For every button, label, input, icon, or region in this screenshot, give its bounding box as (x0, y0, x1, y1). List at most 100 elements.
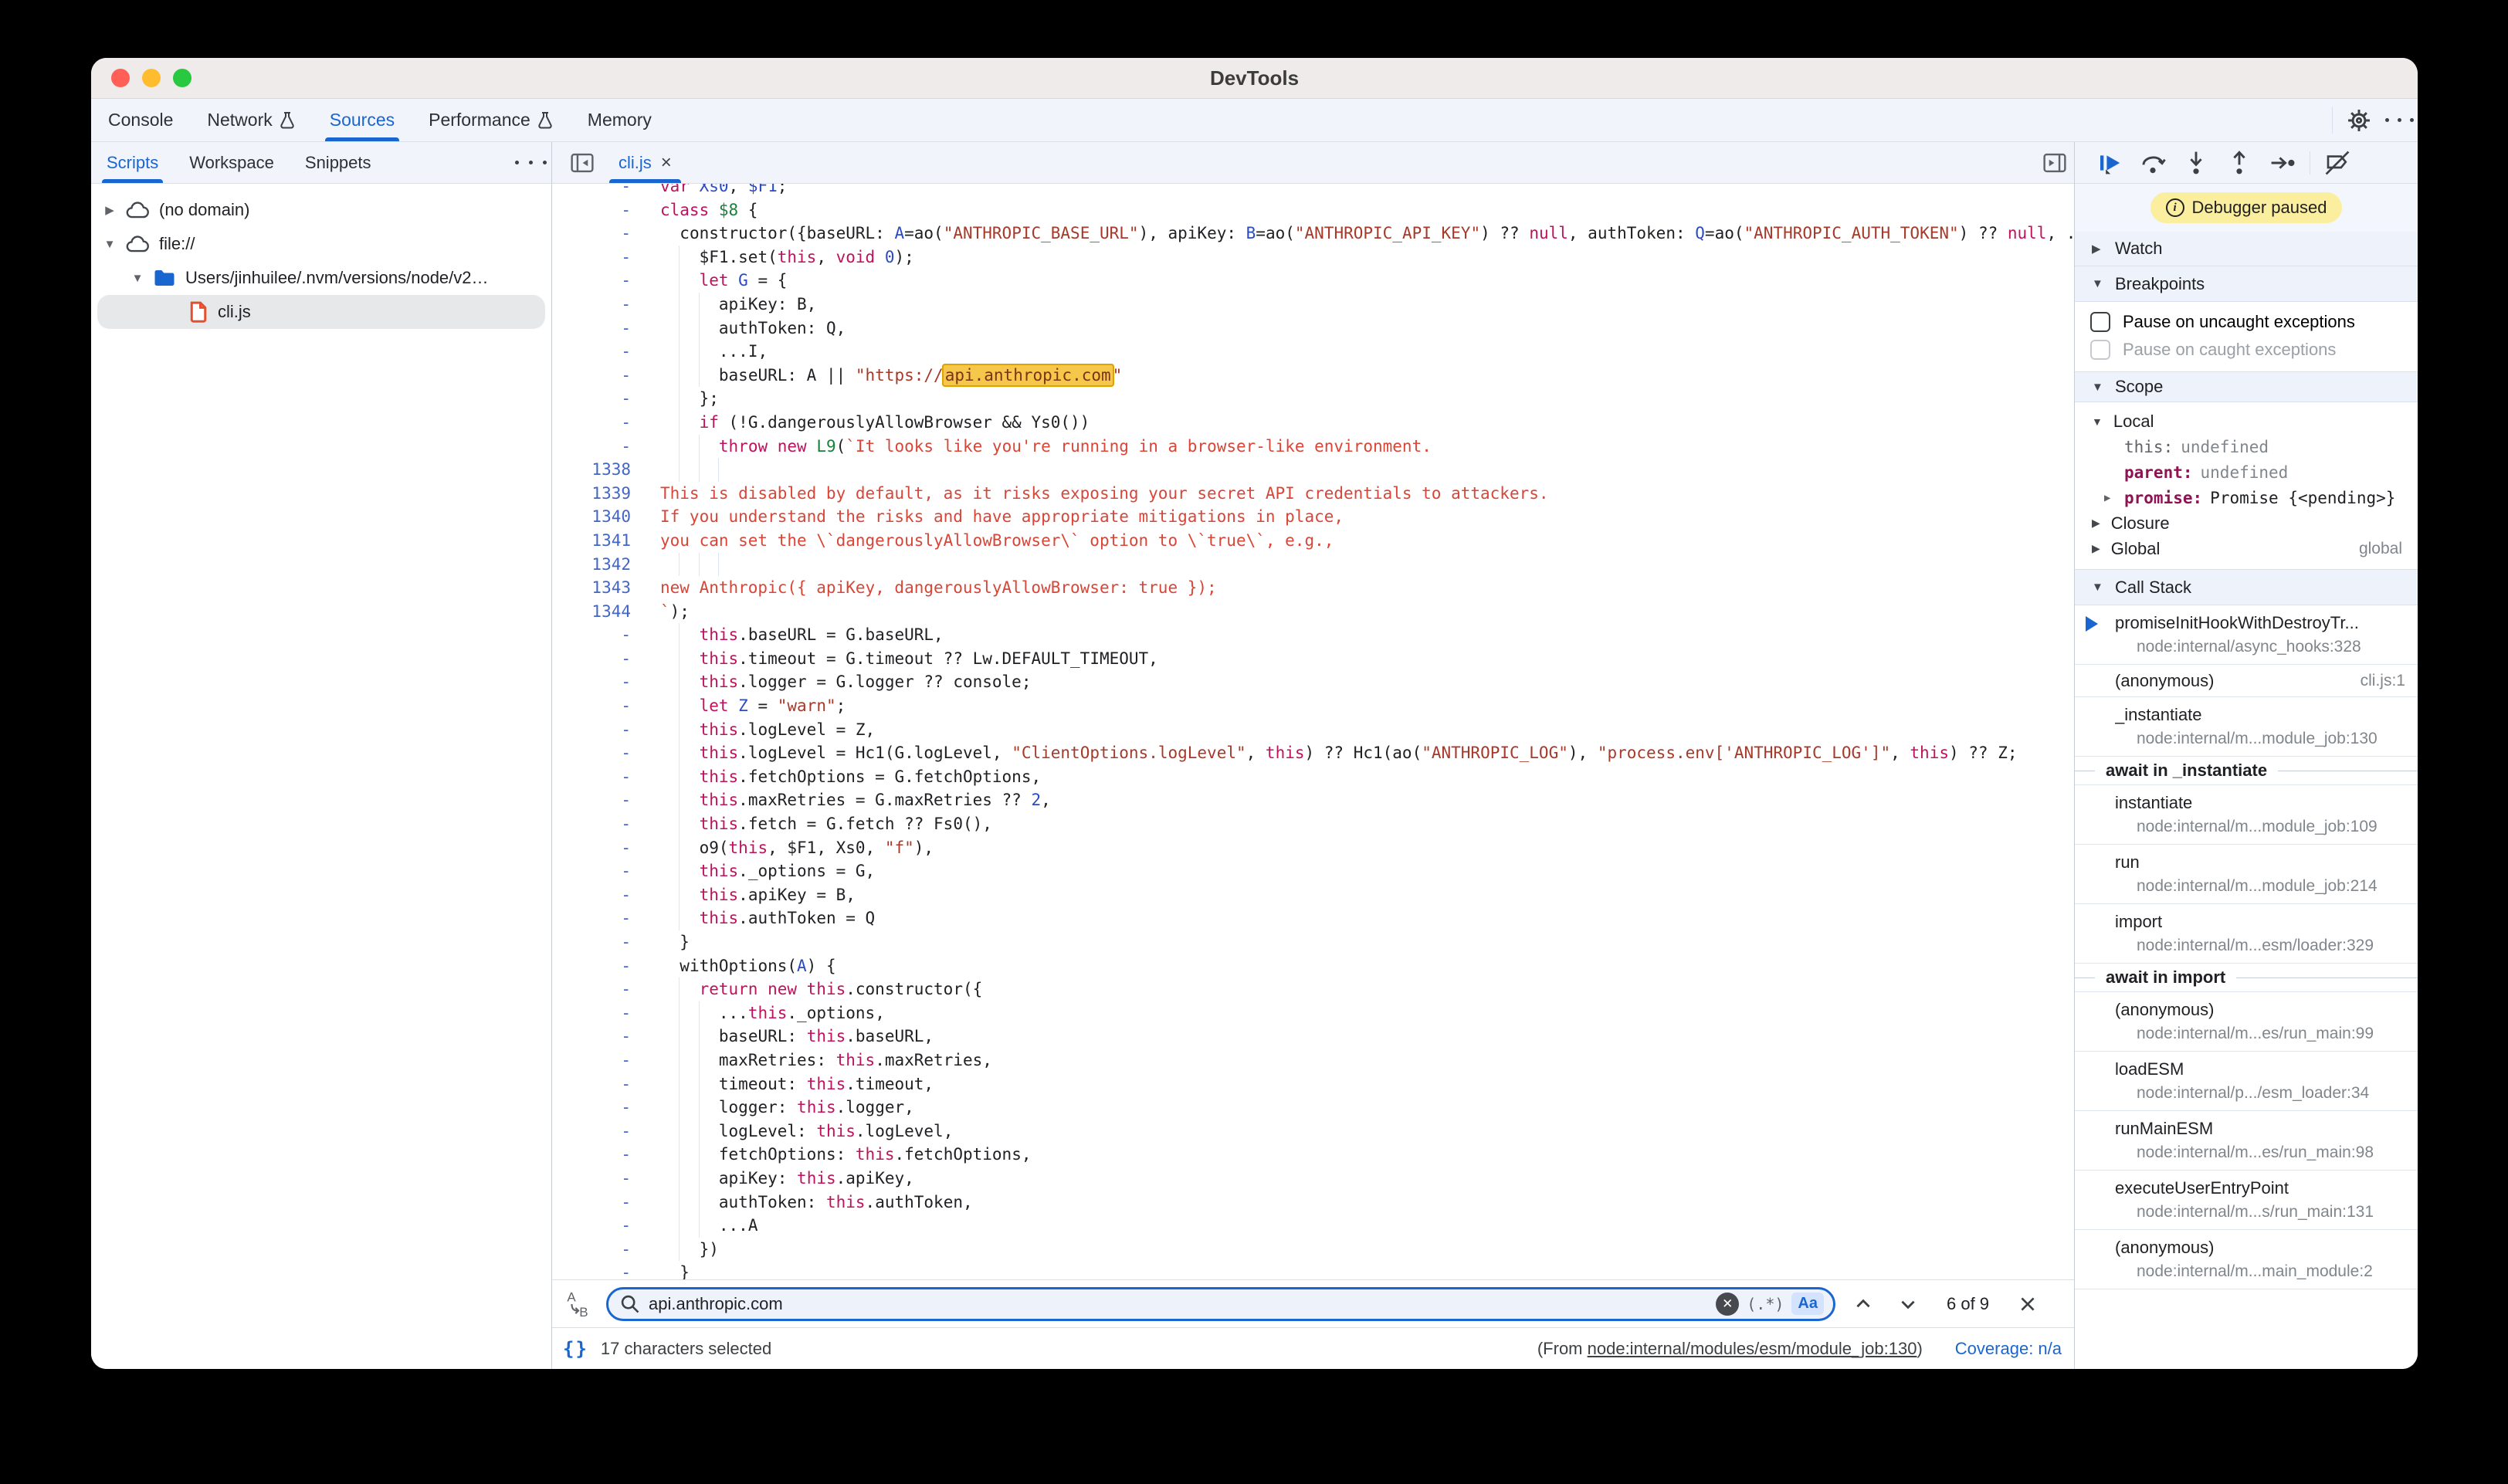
line-number[interactable]: - (552, 184, 660, 198)
code-line[interactable]: -this.fetch = G.fetch ?? Fs0(), (552, 812, 2074, 836)
frame-location[interactable]: node:internal/m...module_job:130 (2115, 730, 2418, 748)
line-number[interactable]: - (552, 1120, 660, 1143)
coverage-link[interactable]: Coverage: n/a (1955, 1339, 2062, 1359)
call-stack-frame[interactable]: importnode:internal/m...esm/loader:329 (2075, 904, 2418, 964)
code-line[interactable]: -logger: this.logger, (552, 1096, 2074, 1120)
line-number[interactable]: - (552, 387, 660, 411)
code-line[interactable]: -maxRetries: this.maxRetries, (552, 1049, 2074, 1072)
code-line[interactable]: -baseURL: A || "https://api.anthropic.co… (552, 364, 2074, 388)
frame-location[interactable]: node:internal/m...main_module:2 (2115, 1262, 2418, 1281)
code-line[interactable]: -class $8 { (552, 198, 2074, 222)
frame-location[interactable]: node:internal/m...es/run_main:99 (2115, 1025, 2418, 1043)
code-line[interactable]: 1344`); (552, 600, 2074, 624)
step-into-icon[interactable] (2178, 145, 2214, 181)
line-number[interactable]: - (552, 694, 660, 718)
call-stack-frame[interactable]: runMainESMnode:internal/m...es/run_main:… (2075, 1111, 2418, 1171)
line-number[interactable]: - (552, 198, 660, 222)
code-line[interactable]: -$F1.set(this, void 0); (552, 246, 2074, 269)
editor-tab-clijs[interactable]: cli.js × (606, 142, 684, 183)
tab-scripts[interactable]: Scripts (91, 142, 174, 183)
line-number[interactable]: - (552, 930, 660, 954)
line-number[interactable]: - (552, 765, 660, 789)
tree-item-clijs[interactable]: cli.js (97, 295, 545, 329)
code-line[interactable]: -...A (552, 1214, 2074, 1238)
line-number[interactable]: - (552, 340, 660, 364)
frame-location[interactable]: node:internal/p.../esm_loader:34 (2115, 1084, 2418, 1103)
code-line[interactable]: -fetchOptions: this.fetchOptions, (552, 1143, 2074, 1167)
line-number[interactable]: - (552, 222, 660, 246)
line-number[interactable]: - (552, 859, 660, 883)
code-line[interactable]: -logLevel: this.logLevel, (552, 1120, 2074, 1143)
pause-caught-checkbox[interactable] (2090, 340, 2110, 360)
code-line[interactable]: -this.logLevel = Z, (552, 718, 2074, 742)
show-debugger-sidebar-icon[interactable] (2035, 150, 2074, 176)
tree-item-no-domain[interactable]: ▶ (no domain) (91, 193, 551, 227)
code-line[interactable]: -if (!G.dangerouslyAllowBrowser && Ys0()… (552, 411, 2074, 435)
line-number[interactable]: - (552, 718, 660, 742)
scope-closure-header[interactable]: ▶ Closure (2075, 510, 2418, 536)
navigator-more-icon[interactable] (510, 142, 551, 183)
tree-item-folder[interactable]: ▼ Users/jinhuilee/.nvm/versions/node/v2… (91, 261, 551, 295)
line-number[interactable]: 1340 (552, 505, 660, 529)
previous-match-icon[interactable] (1846, 1287, 1880, 1321)
resume-script-icon[interactable] (2092, 145, 2127, 181)
scope-global-header[interactable]: ▶ Global global (2075, 536, 2418, 561)
clear-search-icon[interactable]: ✕ (1716, 1293, 1739, 1316)
call-stack-frame[interactable]: runnode:internal/m...module_job:214 (2075, 845, 2418, 904)
call-stack-section-header[interactable]: ▼ Call Stack (2075, 569, 2418, 605)
frame-location[interactable]: node:internal/m...s/run_main:131 (2115, 1203, 2418, 1221)
line-number[interactable]: - (552, 1167, 660, 1191)
step-icon[interactable] (2265, 145, 2300, 181)
code-line[interactable]: -let Z = "warn"; (552, 694, 2074, 718)
code-line[interactable]: -throw new L9(`It looks like you're runn… (552, 435, 2074, 459)
line-number[interactable]: 1342 (552, 553, 660, 577)
code-line[interactable]: -this.logLevel = Hc1(G.logLevel, "Client… (552, 741, 2074, 765)
line-number[interactable]: - (552, 741, 660, 765)
line-number[interactable]: - (552, 812, 660, 836)
line-number[interactable]: - (552, 411, 660, 435)
line-number[interactable]: - (552, 1143, 660, 1167)
line-number[interactable]: - (552, 1072, 660, 1096)
line-number[interactable]: - (552, 1214, 660, 1238)
call-stack-frame[interactable]: instantiatenode:internal/m...module_job:… (2075, 785, 2418, 845)
source-origin-link[interactable]: node:internal/modules/esm/module_job:130 (1588, 1339, 1917, 1358)
code-line[interactable]: -this.apiKey = B, (552, 883, 2074, 907)
code-line[interactable]: -this.maxRetries = G.maxRetries ?? 2, (552, 788, 2074, 812)
line-number[interactable]: 1344 (552, 600, 660, 624)
frame-location[interactable]: cli.js:1 (2361, 672, 2405, 690)
code-line[interactable]: -authToken: Q, (552, 317, 2074, 341)
code-editor[interactable]: -var Xs0, $F1;-class $8 {-constructor({b… (552, 184, 2074, 1279)
line-number[interactable]: - (552, 1238, 660, 1262)
code-line[interactable]: -}; (552, 387, 2074, 411)
line-number[interactable]: - (552, 1001, 660, 1025)
line-number[interactable]: - (552, 435, 660, 459)
line-number[interactable]: 1339 (552, 482, 660, 506)
call-stack-frame[interactable]: (anonymous)node:internal/m...main_module… (2075, 1230, 2418, 1289)
line-number[interactable]: - (552, 1049, 660, 1072)
frame-location[interactable]: node:internal/m...module_job:109 (2115, 818, 2418, 836)
deactivate-breakpoints-icon[interactable] (2320, 145, 2355, 181)
line-number[interactable]: - (552, 647, 660, 671)
code-line[interactable]: -this.logger = G.logger ?? console; (552, 670, 2074, 694)
line-number[interactable]: - (552, 1025, 660, 1049)
code-line[interactable]: -} (552, 930, 2074, 954)
code-line[interactable]: 1341you can set the \`dangerouslyAllowBr… (552, 529, 2074, 553)
code-line[interactable]: -} (552, 1261, 2074, 1279)
call-stack-frame[interactable]: executeUserEntryPointnode:internal/m...s… (2075, 1171, 2418, 1230)
scope-section-header[interactable]: ▼ Scope (2075, 371, 2418, 402)
tab-sources[interactable]: Sources (313, 99, 412, 141)
code-line[interactable]: -var Xs0, $F1; (552, 184, 2074, 198)
code-line[interactable]: -this._options = G, (552, 859, 2074, 883)
tab-snippets[interactable]: Snippets (290, 142, 387, 183)
step-out-icon[interactable] (2222, 145, 2257, 181)
line-number[interactable]: - (552, 670, 660, 694)
pretty-print-icon[interactable]: {} (563, 1338, 588, 1360)
call-stack-frame[interactable]: (anonymous)cli.js:1 (2075, 665, 2418, 697)
line-number[interactable]: 1338 (552, 458, 660, 482)
replace-toggle-icon[interactable]: AB (561, 1289, 595, 1320)
code-line[interactable]: -this.timeout = G.timeout ?? Lw.DEFAULT_… (552, 647, 2074, 671)
frame-location[interactable]: node:internal/m...es/run_main:98 (2115, 1143, 2418, 1162)
line-number[interactable]: - (552, 293, 660, 317)
code-line[interactable]: -this.authToken = Q (552, 906, 2074, 930)
next-match-icon[interactable] (1891, 1287, 1925, 1321)
